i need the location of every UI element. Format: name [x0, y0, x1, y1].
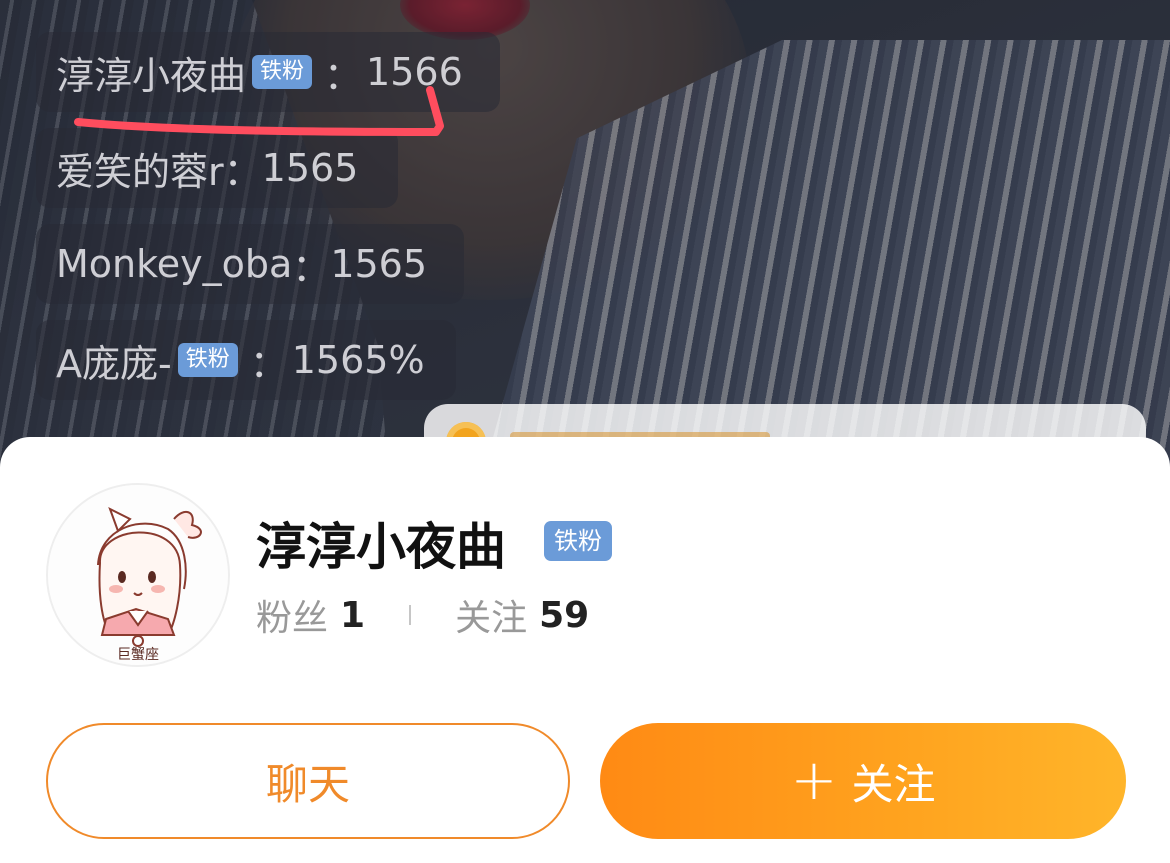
chat-button-label: 聊天 [265, 759, 350, 809]
follow-button[interactable]: + 关注 [600, 723, 1126, 839]
fan-badge: 铁粉 [177, 343, 238, 377]
plus-icon: + [790, 748, 838, 813]
following-label: 关注 [455, 598, 528, 639]
following-count[interactable]: 59 [539, 595, 589, 636]
user-profile-sheet: 巨蟹座 淳淳小夜曲 铁粉 粉丝 1 关注 59 聊天 + 关注 [0, 437, 1170, 863]
comment-text: 1565 [330, 242, 428, 286]
follow-button-label: 关注 [851, 759, 936, 809]
chat-button[interactable]: 聊天 [46, 723, 570, 839]
fans-count[interactable]: 1 [340, 595, 365, 636]
comment-user[interactable]: A庞庞- [56, 333, 172, 388]
profile-fan-badge: 铁粉 [544, 521, 612, 561]
comment-colon: ： [249, 341, 288, 386]
comment-text: 1565 [261, 146, 359, 190]
red-underline-annotation [74, 86, 444, 136]
comment-colon: ： [292, 245, 331, 290]
avatar[interactable]: 巨蟹座 [46, 483, 230, 667]
comment-user[interactable]: Monkey_oba [56, 242, 292, 286]
stats-divider [409, 605, 412, 625]
profile-nickname: 淳淳小夜曲 [256, 518, 506, 576]
fans-label: 粉丝 [256, 598, 329, 639]
profile-stats: 粉丝 1 关注 59 [256, 589, 589, 641]
svg-text:巨蟹座: 巨蟹座 [117, 647, 159, 663]
avatar-girl-illustration: 巨蟹座 [48, 485, 228, 665]
comment-item[interactable]: A庞庞- 铁粉 ： 1565% [36, 320, 456, 400]
comment-item[interactable]: Monkey_oba ： 1565 [36, 224, 464, 304]
comment-text: 1565% [291, 338, 425, 382]
